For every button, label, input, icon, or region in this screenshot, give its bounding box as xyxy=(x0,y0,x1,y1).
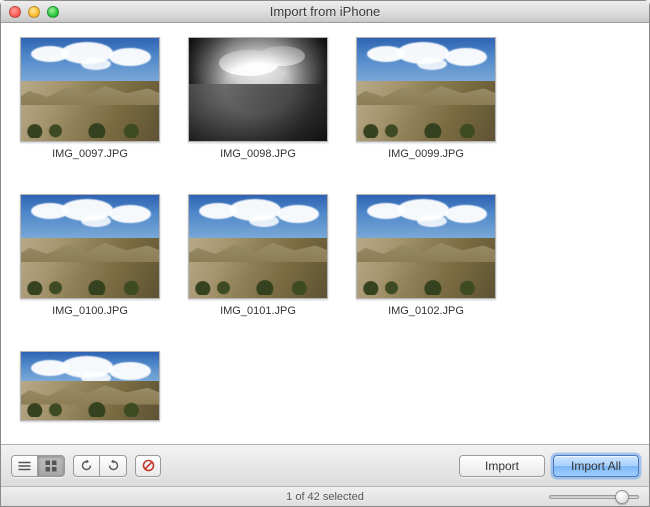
photo-grid: IMG_0097.JPG IMG_0098.JPG IMG_0099.JPG IMG_… xyxy=(15,37,635,421)
photo-item[interactable]: IMG_0099.JPG xyxy=(351,37,501,160)
photo-item[interactable] xyxy=(15,351,165,421)
photo-thumbnail[interactable] xyxy=(188,194,328,299)
import-all-button[interactable]: Import All xyxy=(553,455,639,477)
window-controls xyxy=(1,6,59,18)
photo-thumbnail[interactable] xyxy=(20,194,160,299)
toolbar: Import Import All xyxy=(1,444,649,486)
rotate-cw-icon xyxy=(107,459,120,472)
photo-filename: IMG_0099.JPG xyxy=(388,148,464,160)
grid-view-button[interactable] xyxy=(38,456,64,476)
rotate-group xyxy=(73,455,127,477)
photo-thumbnail[interactable] xyxy=(188,37,328,142)
photo-filename: IMG_0097.JPG xyxy=(52,148,128,160)
import-button-label: Import xyxy=(485,459,519,473)
photo-thumbnail[interactable] xyxy=(20,351,160,421)
import-button[interactable]: Import xyxy=(459,455,545,477)
photo-thumbnail[interactable] xyxy=(20,37,160,142)
list-view-button[interactable] xyxy=(12,456,38,476)
reject-button[interactable] xyxy=(135,455,161,477)
close-button[interactable] xyxy=(9,6,21,18)
rotate-ccw-button[interactable] xyxy=(74,456,100,476)
no-entry-icon xyxy=(142,459,155,472)
photo-item[interactable]: IMG_0098.JPG xyxy=(183,37,333,160)
window-title: Import from iPhone xyxy=(1,4,649,19)
minimize-button[interactable] xyxy=(28,6,40,18)
photo-thumbnail[interactable] xyxy=(356,37,496,142)
thumbnail-size-slider[interactable] xyxy=(549,491,639,503)
photo-item[interactable]: IMG_0101.JPG xyxy=(183,194,333,317)
import-all-button-label: Import All xyxy=(571,459,621,473)
statusbar: 1 of 42 selected xyxy=(1,486,649,506)
rotate-cw-button[interactable] xyxy=(100,456,126,476)
photo-filename: IMG_0101.JPG xyxy=(220,305,296,317)
photo-item[interactable]: IMG_0102.JPG xyxy=(351,194,501,317)
view-switcher xyxy=(11,455,65,477)
photo-grid-container: IMG_0097.JPG IMG_0098.JPG IMG_0099.JPG IMG_… xyxy=(1,23,649,444)
photo-filename: IMG_0098.JPG xyxy=(220,148,296,160)
list-view-icon xyxy=(18,461,31,471)
photo-thumbnail[interactable] xyxy=(356,194,496,299)
photo-filename: IMG_0102.JPG xyxy=(388,305,464,317)
zoom-button[interactable] xyxy=(47,6,59,18)
slider-knob[interactable] xyxy=(615,490,629,504)
titlebar: Import from iPhone xyxy=(1,1,649,23)
photo-item[interactable]: IMG_0097.JPG xyxy=(15,37,165,160)
rotate-ccw-icon xyxy=(80,459,93,472)
grid-view-icon xyxy=(45,460,57,472)
photo-filename: IMG_0100.JPG xyxy=(52,305,128,317)
photo-item[interactable]: IMG_0100.JPG xyxy=(15,194,165,317)
